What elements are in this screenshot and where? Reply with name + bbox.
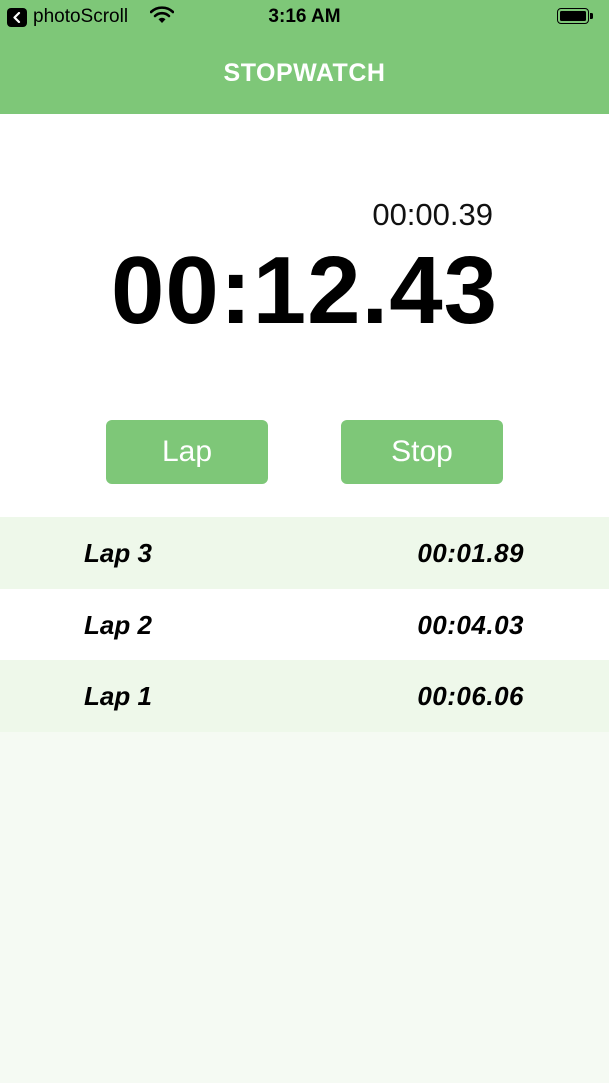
lap-name: Lap 3 [84, 538, 152, 568]
battery-icon [557, 8, 593, 26]
lap-time: 00:01.89 [417, 538, 524, 568]
lap-time: 00:06.06 [417, 681, 524, 711]
lap-row: Lap 3 00:01.89 [0, 517, 609, 589]
current-lap-time: 00:00.39 [372, 197, 493, 232]
timer-panel: 00:00.39 00:12.43 Lap Stop [0, 114, 609, 517]
total-elapsed-time: 00:12.43 [111, 237, 498, 344]
status-bar: photoScroll 3:16 AM [0, 0, 609, 34]
status-time: 3:16 AM [268, 6, 341, 27]
lap-name: Lap 2 [84, 609, 152, 640]
nav-header: photoScroll 3:16 AM STOPWATCH [0, 0, 609, 114]
stop-button[interactable]: Stop [341, 420, 503, 484]
lap-name: Lap 1 [84, 681, 152, 711]
lap-time: 00:04.03 [417, 609, 524, 640]
lap-button[interactable]: Lap [106, 420, 268, 484]
lap-row: Lap 2 00:04.03 [0, 588, 609, 660]
page-title: STOPWATCH [223, 59, 386, 87]
lap-list: Lap 3 00:01.89 Lap 2 00:04.03 Lap 1 00:0… [0, 517, 609, 732]
lap-row: Lap 1 00:06.06 [0, 660, 609, 732]
